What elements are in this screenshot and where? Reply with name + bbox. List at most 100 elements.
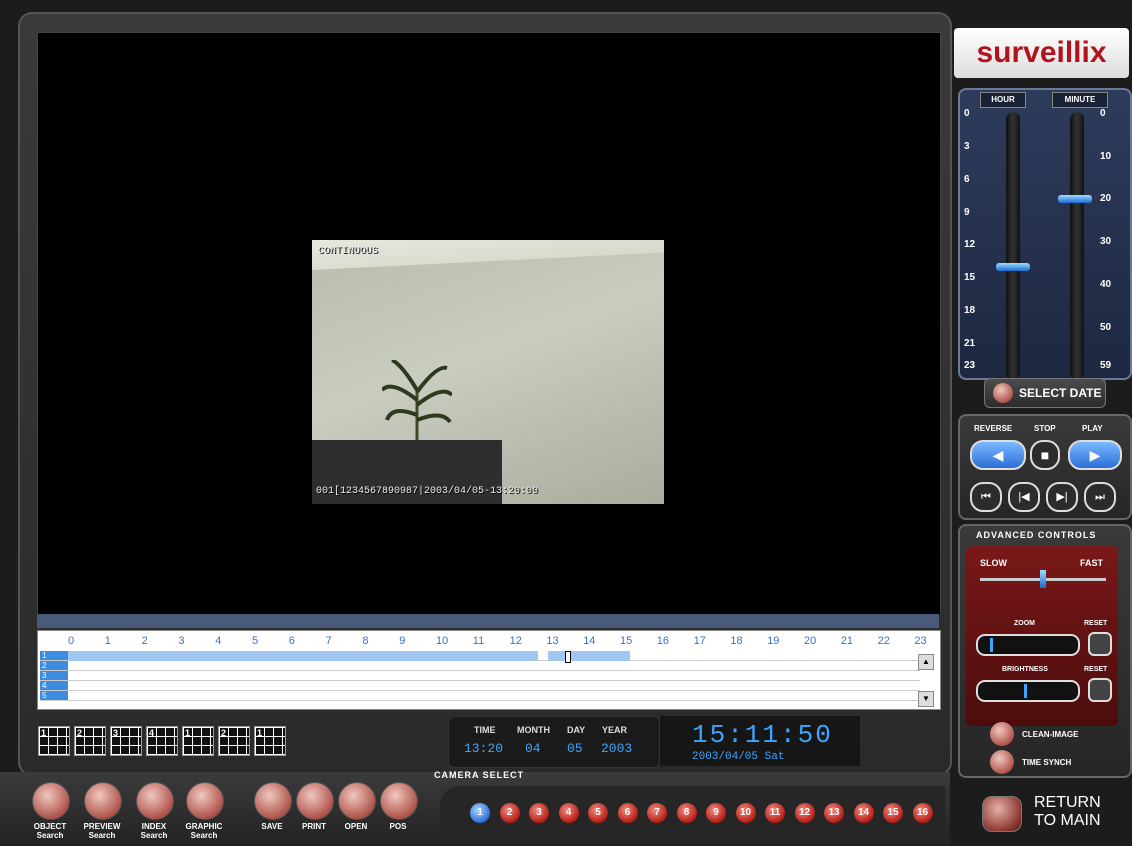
- split-screen-number: 2: [77, 728, 83, 738]
- print-button[interactable]: [296, 782, 334, 820]
- minute-slider-track[interactable]: [1070, 112, 1084, 380]
- timeline-row[interactable]: 2: [40, 661, 920, 671]
- object-search-label-line1: OBJECT: [33, 822, 67, 831]
- hour-minute-panel: HOUR MINUTE 0 3 6 9 12 15 18 21 23 0 10 20 30 40 50 59: [958, 88, 1132, 380]
- camera-14-button[interactable]: 14: [853, 803, 874, 823]
- step-back-icon: |◀: [1018, 491, 1030, 503]
- timeline-hour-label: 15: [620, 635, 633, 647]
- timeline-hour-label: 8: [362, 635, 369, 647]
- camera-8-button[interactable]: 8: [676, 803, 697, 823]
- timeline-row[interactable]: 4: [40, 681, 920, 691]
- speed-slider-knob[interactable]: [1040, 570, 1046, 588]
- timeline-row-number: 1: [40, 651, 68, 660]
- minute-tick-label: 59: [1100, 360, 1112, 371]
- split-screen-number: 1: [41, 728, 47, 738]
- zoom-reset-button[interactable]: [1088, 632, 1112, 656]
- timeline-hour-label: 10: [436, 635, 449, 647]
- camera-7-button[interactable]: 7: [647, 803, 667, 823]
- stop-button[interactable]: ■: [1030, 440, 1060, 470]
- calendar-icon: [993, 383, 1013, 403]
- skip-end-icon: ⏭: [1095, 491, 1105, 503]
- slow-label: SLOW: [980, 558, 1007, 568]
- timeline-hour-label: 2: [141, 635, 148, 647]
- camera-9-button[interactable]: 9: [706, 803, 726, 823]
- timeline-hour-label: 19: [767, 635, 780, 647]
- timeline-row-number: 3: [40, 671, 68, 680]
- camera-10-button[interactable]: 10: [735, 803, 756, 823]
- preview-search-button[interactable]: [84, 782, 122, 820]
- exit-icon: [982, 796, 1022, 832]
- pos-button[interactable]: [380, 782, 418, 820]
- timeline-hour-label: 20: [804, 635, 817, 647]
- split-screen-button[interactable]: 2: [218, 726, 250, 756]
- open-button[interactable]: [338, 782, 376, 820]
- return-line2: TO MAIN: [1034, 812, 1101, 829]
- brand-name: surveillix: [976, 36, 1107, 69]
- time-synch-button[interactable]: TIME SYNCH: [990, 750, 1110, 776]
- timeline[interactable]: 0 1 2 3 4 5 6 7 8 9 10 11 12 13 14 15 16 17 18 19 20 21 22 23 1…: [37, 630, 941, 710]
- clean-image-button[interactable]: CLEAN-IMAGE: [990, 722, 1110, 748]
- camera-4-button[interactable]: 4: [558, 803, 579, 823]
- camera-2-button[interactable]: 2: [499, 803, 520, 823]
- timeline-row-number: 2: [40, 661, 68, 670]
- object-search-button[interactable]: [32, 782, 70, 820]
- timeline-scroll-up-button[interactable]: ▲: [918, 654, 934, 670]
- hour-label: HOUR: [980, 92, 1026, 108]
- timeline-row[interactable]: 3: [40, 671, 920, 681]
- minute-slider-knob[interactable]: [1058, 195, 1092, 204]
- brightness-reset-button[interactable]: [1088, 678, 1112, 702]
- camera-3-button[interactable]: 3: [529, 803, 549, 823]
- step-forward-button[interactable]: ▶|: [1046, 482, 1078, 512]
- select-date-button[interactable]: SELECT DATE: [984, 378, 1106, 408]
- camera-12-button[interactable]: 12: [794, 803, 815, 823]
- hour-tick-label: 9: [964, 206, 970, 218]
- minute-label: MINUTE: [1052, 92, 1108, 108]
- timeline-hour-label: 3: [178, 635, 185, 647]
- camera-5-button[interactable]: 5: [588, 803, 608, 823]
- date-display: TIME MONTH DAY YEAR 13:20 04 05 2003: [448, 716, 660, 768]
- hour-slider-knob[interactable]: [996, 263, 1030, 272]
- timeline-hour-label: 13: [546, 635, 559, 647]
- step-back-button[interactable]: |◀: [1008, 482, 1040, 512]
- timeline-hour-label: 12: [509, 635, 522, 647]
- timeline-row[interactable]: 5: [40, 691, 920, 701]
- reverse-button[interactable]: ◀: [970, 440, 1026, 470]
- camera-16-button[interactable]: 16: [912, 803, 933, 823]
- timeline-row-number: 4: [40, 681, 68, 690]
- hour-tick-label: 21: [964, 338, 976, 350]
- camera-13-button[interactable]: 13: [824, 803, 844, 823]
- brightness-reset-label: RESET: [1084, 666, 1108, 673]
- split-screen-button[interactable]: 4: [146, 726, 178, 756]
- camera-11-button[interactable]: 11: [765, 803, 785, 823]
- index-search-button[interactable]: [136, 782, 174, 820]
- split-screen-button[interactable]: 3: [110, 726, 142, 756]
- save-button[interactable]: [254, 782, 292, 820]
- skip-end-button[interactable]: ⏭: [1084, 482, 1116, 512]
- pos-label: POS: [368, 822, 428, 831]
- split-screen-number: 1: [257, 728, 263, 738]
- brightness-slider[interactable]: [976, 680, 1080, 702]
- split-screen-button[interactable]: 1: [182, 726, 214, 756]
- split-screen-button[interactable]: 1: [254, 726, 286, 756]
- split-screen-button[interactable]: 2: [74, 726, 106, 756]
- zoom-reset-label: RESET: [1084, 620, 1108, 627]
- play-button[interactable]: ▶: [1068, 440, 1122, 470]
- camera-15-button[interactable]: 15: [883, 803, 903, 823]
- camera-1-button[interactable]: 1: [470, 803, 490, 823]
- timeline-scroll-down-button[interactable]: ▼: [918, 691, 934, 707]
- brightness-label: BRIGHTNESS: [1002, 666, 1048, 673]
- hour-slider-track[interactable]: [1006, 112, 1020, 380]
- timeline-hour-label: 16: [656, 635, 670, 647]
- camera-view[interactable]: CONTINUOUS 001[1234567890987|2003/04/05-…: [312, 240, 664, 504]
- plant-image: [382, 360, 452, 450]
- minute-tick-label: 20: [1100, 193, 1112, 205]
- camera-6-button[interactable]: 6: [617, 803, 638, 823]
- timeline-hour-label: 14: [583, 635, 596, 647]
- day-label: DAY: [567, 725, 586, 735]
- zoom-slider[interactable]: [976, 634, 1080, 656]
- return-to-main-button[interactable]: RETURN TO MAIN: [970, 790, 1120, 838]
- split-screen-button[interactable]: 1: [38, 726, 70, 756]
- preview-search-label-line1: PREVIEW: [83, 822, 121, 831]
- skip-start-button[interactable]: ⏮: [970, 482, 1002, 512]
- graphic-search-button[interactable]: [186, 782, 224, 820]
